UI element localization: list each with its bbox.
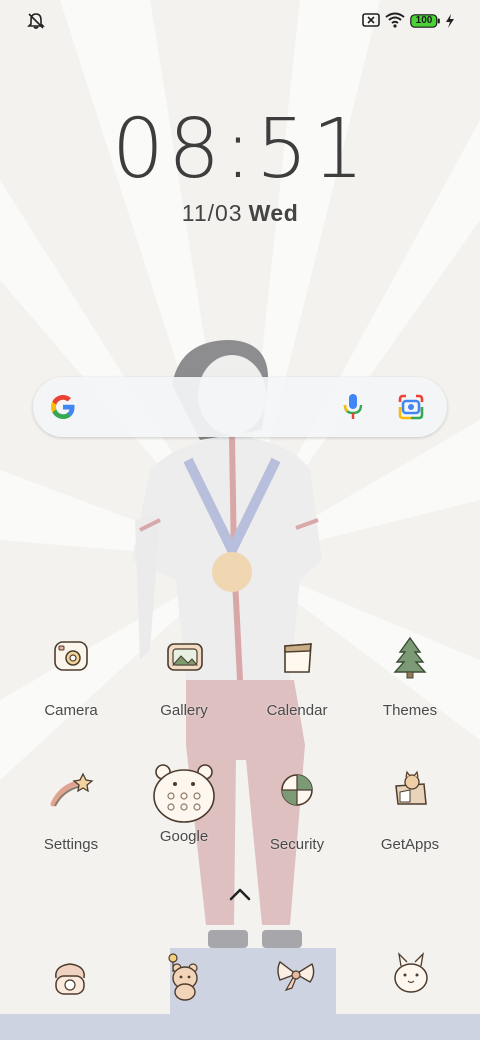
google-search-bar[interactable] bbox=[33, 377, 447, 437]
telephone-icon[interactable] bbox=[40, 948, 100, 1008]
microphone-icon[interactable] bbox=[343, 393, 363, 421]
gallery-icon bbox=[167, 643, 203, 671]
app-google-folder[interactable]: Google bbox=[129, 760, 239, 845]
bunny-camera-icon[interactable] bbox=[381, 948, 441, 1008]
app-label: Calendar bbox=[266, 702, 328, 719]
battery-level: 100 bbox=[415, 15, 433, 26]
wifi-icon bbox=[385, 12, 405, 28]
tree-icon bbox=[393, 636, 427, 679]
clock-weekday: Wed bbox=[248, 200, 299, 226]
clock-date-row[interactable]: 11/03 Wed bbox=[0, 200, 480, 227]
charging-bolt-icon bbox=[446, 14, 454, 28]
app-label: Security bbox=[269, 836, 325, 853]
cat-box-icon bbox=[395, 770, 427, 805]
app-calendar[interactable]: Calendar bbox=[242, 634, 352, 719]
app-label: Themes bbox=[382, 702, 438, 719]
app-label: Gallery bbox=[160, 702, 208, 719]
app-label: GetApps bbox=[380, 836, 440, 853]
clock-date: 11/03 bbox=[181, 200, 243, 226]
app-label: Google bbox=[159, 828, 209, 845]
shield-icon bbox=[281, 774, 313, 806]
bear-folder-icon bbox=[153, 764, 215, 823]
bear-messages-icon[interactable] bbox=[155, 948, 215, 1008]
app-camera[interactable]: Camera bbox=[16, 634, 126, 719]
camera-icon bbox=[54, 641, 88, 671]
google-lens-icon[interactable] bbox=[397, 393, 425, 421]
status-bar: 100 bbox=[0, 0, 480, 44]
app-themes[interactable]: Themes bbox=[355, 634, 465, 719]
app-getapps[interactable]: GetApps bbox=[355, 768, 465, 853]
app-settings[interactable]: Settings bbox=[16, 768, 126, 853]
app-label: Camera bbox=[44, 702, 98, 719]
calendar-icon bbox=[284, 643, 312, 673]
clock-time[interactable]: 08:51 bbox=[0, 102, 480, 198]
app-security[interactable]: Security bbox=[242, 768, 352, 853]
app-gallery[interactable]: Gallery bbox=[129, 634, 239, 719]
bow-browser-icon[interactable] bbox=[266, 948, 326, 1008]
shooting-star-icon bbox=[50, 772, 94, 807]
app-drawer-chevron-icon[interactable] bbox=[228, 886, 252, 902]
google-g-icon[interactable] bbox=[49, 393, 77, 421]
no-sim-icon bbox=[362, 13, 380, 27]
notifications-off-icon bbox=[27, 13, 45, 29]
app-label: Settings bbox=[43, 836, 99, 853]
